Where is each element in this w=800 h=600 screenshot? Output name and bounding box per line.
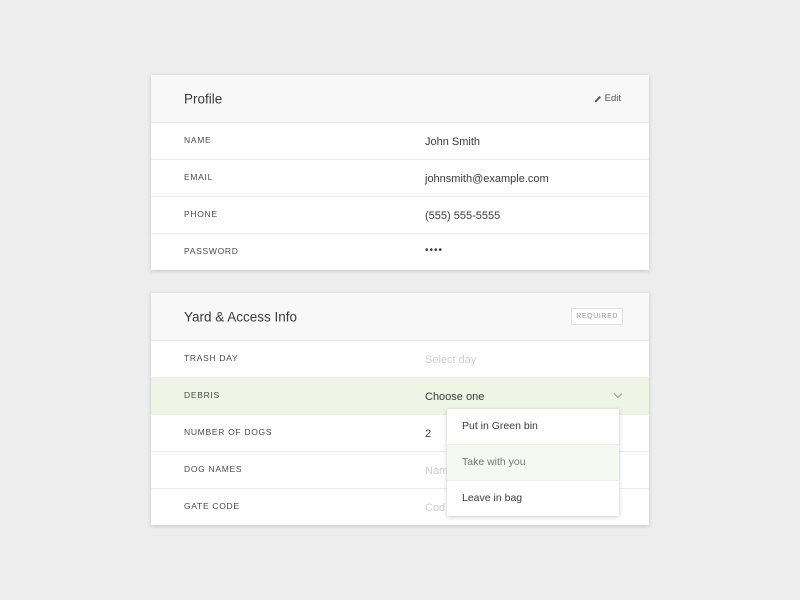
profile-row-name: NAME John Smith	[151, 123, 649, 160]
chevron-down-icon[interactable]	[613, 392, 623, 399]
row-label: NAME	[184, 135, 212, 145]
edit-label: Edit	[604, 93, 621, 104]
dropdown-option-take-with-you[interactable]: Take with you	[447, 445, 619, 481]
pencil-icon	[594, 95, 601, 102]
profile-title: Profile	[184, 91, 223, 106]
number-of-dogs-input[interactable]: 2	[425, 428, 431, 440]
yard-header: Yard & Access Info REQUIRED	[151, 293, 649, 341]
trash-day-select[interactable]: Select day	[425, 354, 476, 366]
row-label: NUMBER OF DOGS	[184, 427, 273, 437]
row-label: DEBRIS	[184, 390, 220, 400]
required-badge: REQUIRED	[571, 308, 623, 325]
profile-row-phone: PHONE (555) 555-5555	[151, 197, 649, 234]
row-label: TRASH DAY	[184, 353, 239, 363]
phone-value: (555) 555-5555	[425, 210, 501, 222]
row-label: EMAIL	[184, 172, 214, 182]
edit-button[interactable]: Edit	[594, 93, 621, 104]
debris-dropdown-menu: Put in Green bin Take with you Leave in …	[447, 409, 619, 516]
row-label: PASSWORD	[184, 246, 239, 256]
password-value: ••••	[425, 245, 444, 256]
profile-row-password: PASSWORD ••••	[151, 234, 649, 270]
dropdown-option-green-bin[interactable]: Put in Green bin	[447, 409, 619, 445]
yard-title: Yard & Access Info	[184, 309, 298, 324]
dog-names-input[interactable]: Nam	[425, 465, 448, 477]
email-value: johnsmith@example.com	[425, 173, 549, 185]
name-value: John Smith	[425, 136, 481, 148]
row-label: PHONE	[184, 209, 218, 219]
profile-row-email: EMAIL johnsmith@example.com	[151, 160, 649, 197]
gate-code-input[interactable]: Cod	[425, 502, 445, 514]
debris-select[interactable]: Choose one	[425, 391, 484, 403]
trash-day-row[interactable]: TRASH DAY Select day	[151, 341, 649, 378]
row-label: DOG NAMES	[184, 464, 243, 474]
dropdown-option-leave-in-bag[interactable]: Leave in bag	[447, 481, 619, 516]
row-label: GATE CODE	[184, 501, 240, 511]
profile-header: Profile Edit	[151, 75, 649, 123]
profile-card: Profile Edit NAME John Smith EMAIL johns…	[151, 75, 649, 270]
